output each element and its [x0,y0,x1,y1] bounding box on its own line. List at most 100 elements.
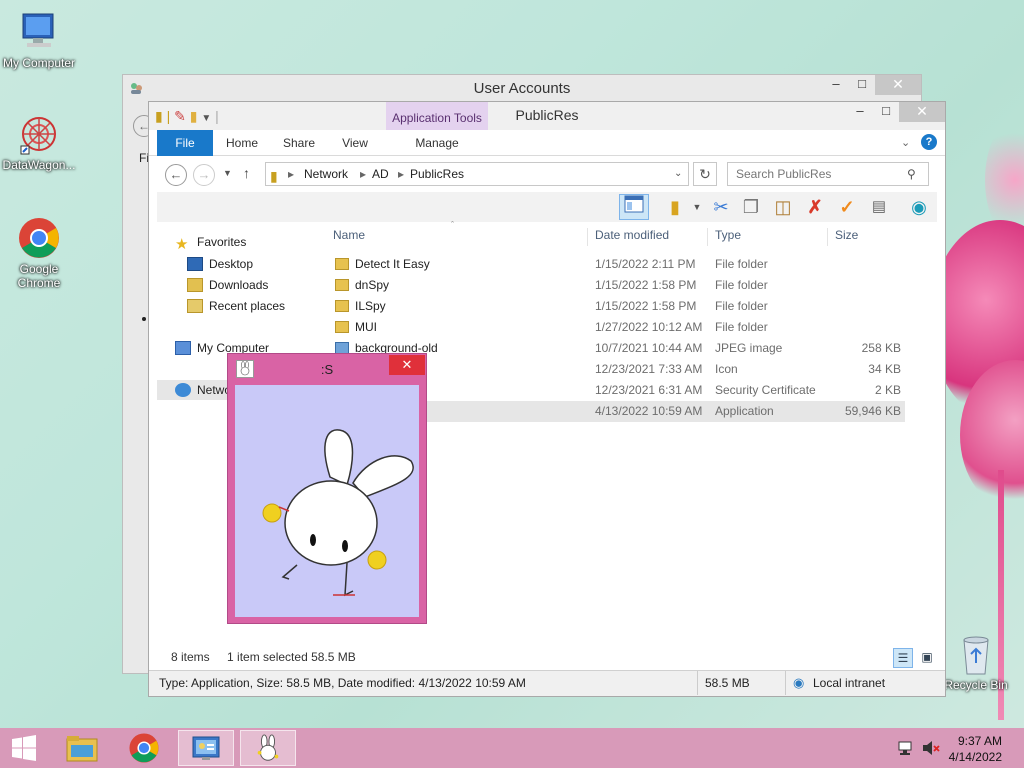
nav-downloads[interactable]: Downloads [187,275,268,295]
volume-muted-icon[interactable] [922,740,940,756]
recent-locations-icon[interactable]: ▼ [223,168,232,178]
preview-pane-button[interactable] [619,194,649,220]
file-date: 1/27/2022 10:12 AM [595,320,703,334]
properties-dropdown-icon[interactable]: ▼ [685,195,709,219]
nav-downloads-label: Downloads [209,278,269,292]
recycle-bin-icon [956,632,996,676]
tab-view[interactable]: View [333,130,377,156]
selection-info: 1 item selected 58.5 MB [227,650,356,664]
minimize-button[interactable]: – [823,75,849,95]
file-date: 12/23/2021 6:31 AM [595,383,703,397]
network-globe-icon[interactable]: ◉ [907,195,931,219]
address-bar[interactable]: ▮ ▸ Network ▸ AD ▸ PublicRes ⌄ [265,162,689,186]
folder-icon [335,279,349,291]
cut-icon[interactable]: ✂ [709,195,733,219]
chrome-icon [129,733,159,763]
desktop-icon-datawagon[interactable]: DataWagon... [0,112,78,172]
close-button[interactable]: ✕ [875,75,921,95]
taskbar-file-explorer[interactable] [54,730,110,766]
maximize-button[interactable]: □ [873,102,899,122]
command-toolbar: ▮ ▼ ✂ ❐ ◫ ✗ ✓ ▤ ◉ [157,192,937,222]
refresh-button[interactable]: ↻ [693,162,717,186]
ribbon-expand-icon[interactable]: ⌄ [901,136,910,149]
intranet-icon: ◉ [793,675,805,690]
ribbon-tabs: File Home Share View Manage ⌄ ? [149,130,945,184]
copy-icon[interactable]: ❐ [739,195,763,219]
file-row[interactable]: dnSpy 1/15/2022 1:58 PM File folder [327,275,905,296]
desktop-icon-label: Google Chrome [17,262,61,290]
breadcrumb-sep-icon: ▸ [288,167,295,181]
start-button[interactable] [0,730,48,766]
window-title: User Accounts [473,80,571,97]
properties-button[interactable]: ▮ [663,195,687,219]
close-button[interactable]: ✕ [389,355,425,375]
desktop-icon-chrome[interactable]: Google Chrome [0,216,78,290]
item-count: 8 items [171,650,210,664]
properties-card-icon[interactable]: ▤ [867,195,891,219]
file-row[interactable]: Detect It Easy 1/15/2022 2:11 PM File fold… [327,254,905,275]
file-type: Icon [715,362,738,376]
minimize-button[interactable]: – [847,102,873,122]
file-name: MUI [355,320,377,334]
window-title: PublicRes [515,107,579,123]
column-type[interactable]: Type [707,228,741,246]
file-date: 1/15/2022 2:11 PM [595,257,696,271]
nav-favorites[interactable]: ★ Favorites [175,232,246,253]
taskbar-chrome[interactable] [116,730,172,766]
file-type: JPEG image [715,341,783,355]
maximize-button[interactable]: □ [849,75,875,95]
system-clock[interactable]: 9:37 AM 4/14/2022 [949,733,1002,765]
back-button[interactable]: ← [165,164,187,186]
help-icon[interactable]: ? [921,134,937,150]
taskbar-bunny-app[interactable] [240,730,296,766]
close-button[interactable]: ✕ [899,102,945,122]
delete-icon[interactable]: ✗ [803,195,827,219]
file-size: 34 KB [868,362,901,376]
nav-desktop-label: Desktop [209,257,254,271]
tab-manage[interactable]: Manage [386,130,488,156]
paste-icon[interactable]: ◫ [771,195,795,219]
file-row[interactable]: ILSpy 1/15/2022 1:58 PM File folder [327,296,905,317]
breadcrumb-publicres[interactable]: PublicRes [410,163,464,185]
desktop-icon-recycle-bin[interactable]: Recycle Bin [936,632,1016,692]
breadcrumb-network[interactable]: Network [304,163,348,185]
datawagon-icon [17,112,61,156]
folder-icon [335,321,349,333]
file-type: Security Certificate [715,383,816,397]
forward-button[interactable]: → [193,164,215,186]
clock-time: 9:37 AM [957,734,1002,748]
column-size[interactable]: Size [827,228,858,246]
nav-desktop[interactable]: Desktop [187,254,253,274]
bunny-illustration [262,429,414,597]
downloads-folder-icon [187,278,203,292]
desktop-folder-icon [187,257,203,271]
nav-recent-label: Recent places [209,299,286,313]
large-icons-view-button[interactable]: ▣ [917,648,937,668]
rename-check-icon[interactable]: ✓ [835,195,859,219]
up-button[interactable]: ↑ [243,165,250,181]
network-tray-icon[interactable] [898,740,914,756]
taskbar-user-accounts[interactable] [178,730,234,766]
file-type: File folder [715,278,768,292]
folder-icon [335,258,349,270]
search-input[interactable]: Search PublicRes [727,162,929,186]
tab-file[interactable]: File [157,130,213,156]
file-row[interactable]: MUI 1/27/2022 10:12 AM File folder [327,317,905,338]
column-date-modified[interactable]: Date modified [587,228,669,246]
file-date: 10/7/2021 10:44 AM [595,341,703,355]
bullet [142,317,146,321]
quick-access-icons[interactable]: ▮ | ✎ ▮ ▼ | [155,108,219,125]
tab-home[interactable]: Home [219,130,265,156]
file-type: File folder [715,320,768,334]
application-tools-header: Application Tools [386,102,488,130]
breadcrumb-ad[interactable]: AD [372,163,389,185]
file-size: 2 KB [874,383,901,397]
zone-label: Local intranet [813,676,886,690]
desktop-icon-my-computer[interactable]: My Computer [0,10,78,70]
tab-share[interactable]: Share [277,130,321,156]
nav-recent-places[interactable]: Recent places [187,296,285,316]
file-type: File folder [715,257,768,271]
column-name[interactable]: Name [333,228,365,246]
address-dropdown-icon[interactable]: ⌄ [674,163,682,185]
details-view-button[interactable]: ☰ [893,648,913,668]
